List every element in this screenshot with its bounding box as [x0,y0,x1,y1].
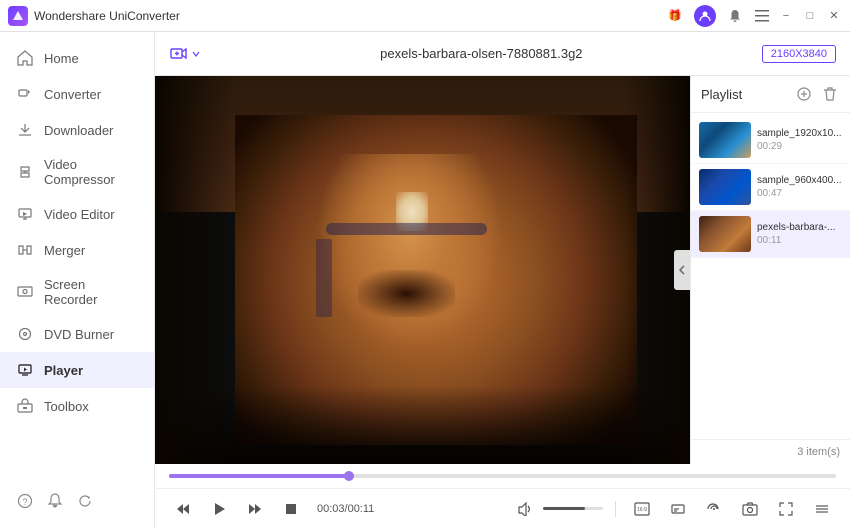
user-icon[interactable] [694,5,716,27]
top-toolbar: pexels-barbara-olsen-7880881.3g2 2160X38… [155,32,850,76]
playlist-item[interactable]: sample_960x400... 00:47 [691,164,850,211]
playlist-title: Playlist [701,87,742,102]
playlist-item-duration: 00:29 [757,141,842,152]
progress-area [155,464,850,488]
playlist-item-active[interactable]: pexels-barbara-... 00:11 [691,211,850,258]
snapshot-button[interactable] [736,495,764,523]
video-section: Playlist sample_1920x10... [155,76,850,464]
sidebar-item-downloader[interactable]: Downloader [0,112,154,148]
sidebar: Home Converter Downloader Video Compress… [0,32,155,528]
sidebar-item-screen-recorder[interactable]: Screen Recorder [0,268,154,316]
volume-fill [543,507,585,510]
playlist-delete-button[interactable] [820,84,840,104]
bell-icon[interactable] [724,5,746,27]
minimize-button[interactable]: − [778,8,794,24]
more-options-button[interactable] [808,495,836,523]
close-button[interactable]: ✕ [826,8,842,24]
playlist-panel: Playlist sample_1920x10... [690,76,850,464]
hamburger-menu-icon[interactable] [754,8,770,24]
play-button[interactable] [205,495,233,523]
playlist-item-info: sample_1920x10... 00:29 [757,128,842,152]
dvd-burner-icon [16,325,34,343]
playlist-header: Playlist [691,76,850,113]
title-bar-left: Wondershare UniConverter [8,6,180,26]
rewind-button[interactable] [169,495,197,523]
video-player[interactable] [155,76,690,464]
screen-recorder-icon [16,283,34,301]
converter-icon [16,85,34,103]
playlist-item-info: pexels-barbara-... 00:11 [757,222,842,246]
maximize-button[interactable]: □ [802,8,818,24]
sidebar-item-video-editor[interactable]: Video Editor [0,196,154,232]
stop-button[interactable] [277,495,305,523]
playlist-actions [794,84,840,104]
resolution-badge: 2160X3840 [762,45,836,63]
compressor-icon [16,163,34,181]
dropdown-arrow-icon [191,49,201,59]
sidebar-bottom: ? [0,482,154,520]
sidebar-item-toolbox[interactable]: Toolbox [0,388,154,424]
time-display: 00:03/00:11 [317,503,374,515]
playlist-add-button[interactable] [794,84,814,104]
subtitle-button[interactable] [664,495,692,523]
playlist-collapse-button[interactable] [674,250,690,290]
controls-bar: 00:03/00:11 16:9 [155,488,850,528]
volume-icon[interactable] [511,495,539,523]
help-icon[interactable]: ? [16,492,34,510]
playlist-item-name: sample_960x400... [757,175,842,186]
playlist-count: 3 item(s) [691,439,850,464]
downloader-icon [16,121,34,139]
progress-bar[interactable] [169,474,836,478]
main-layout: Home Converter Downloader Video Compress… [0,32,850,528]
add-media-button[interactable] [169,45,201,63]
volume-slider[interactable] [543,507,603,510]
progress-fill [169,474,349,478]
content-area: pexels-barbara-olsen-7880881.3g2 2160X38… [155,32,850,528]
step-forward-button[interactable] [241,495,269,523]
volume-control [511,495,603,523]
sidebar-item-merger[interactable]: Merger [0,232,154,268]
player-icon [16,361,34,379]
playlist-thumbnail [699,216,751,252]
playlist-item-name: sample_1920x10... [757,128,842,139]
title-bar-right: 🎁 − □ ✕ [664,5,842,27]
title-bar: Wondershare UniConverter 🎁 − □ ✕ [0,0,850,32]
playlist-item-duration: 00:47 [757,188,842,199]
app-title: Wondershare UniConverter [34,9,180,23]
playlist-thumbnail [699,169,751,205]
aspect-ratio-button[interactable]: 16:9 [628,495,656,523]
sidebar-item-converter[interactable]: Converter [0,76,154,112]
toolbox-icon [16,397,34,415]
audio-track-button[interactable] [700,495,728,523]
refresh-icon[interactable] [76,492,94,510]
playlist-item-info: sample_960x400... 00:47 [757,175,842,199]
sidebar-item-home[interactable]: Home [0,40,154,76]
sidebar-item-dvd-burner[interactable]: DVD Burner [0,316,154,352]
home-icon [16,49,34,67]
sidebar-item-player[interactable]: Player [0,352,154,388]
playlist-items: sample_1920x10... 00:29 sample_960x400..… [691,113,850,439]
gift-icon[interactable]: 🎁 [664,5,686,27]
playlist-item[interactable]: sample_1920x10... 00:29 [691,117,850,164]
fullscreen-button[interactable] [772,495,800,523]
app-icon [8,6,28,26]
notification-icon[interactable] [46,492,64,510]
playlist-item-name: pexels-barbara-... [757,222,842,233]
playlist-thumbnail [699,122,751,158]
playlist-item-duration: 00:11 [757,235,842,246]
sidebar-item-video-compressor[interactable]: Video Compressor [0,148,154,196]
progress-thumb[interactable] [344,471,354,481]
svg-text:?: ? [22,497,27,507]
svg-text:16:9: 16:9 [637,507,647,513]
video-editor-icon [16,205,34,223]
file-name-label: pexels-barbara-olsen-7880881.3g2 [211,46,752,61]
merger-icon [16,241,34,259]
